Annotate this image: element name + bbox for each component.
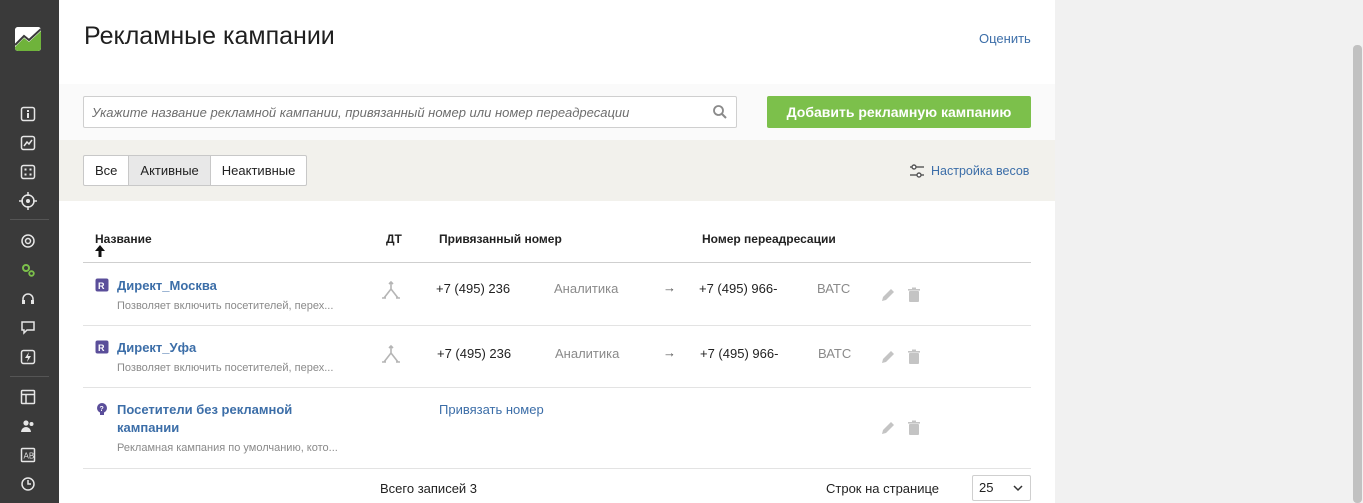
target-icon[interactable]	[19, 192, 37, 210]
speaker-icon[interactable]	[19, 232, 37, 250]
table-icon[interactable]	[19, 388, 37, 406]
chevron-down-icon	[1013, 485, 1023, 492]
bound-number: +7 (495) 236	[436, 281, 511, 296]
campaign-name-link[interactable]: Директ_Москва	[117, 277, 217, 295]
right-panel	[1055, 0, 1363, 503]
lightbulb-icon: ?	[97, 403, 107, 415]
search-input[interactable]	[92, 97, 702, 127]
filter-bar: Все Активные Неактивные Настройка весов	[59, 140, 1055, 201]
edit-icon[interactable]	[880, 287, 896, 303]
bound-number: +7 (495) 236	[437, 346, 512, 361]
dynamic-tracking-icon	[382, 344, 400, 363]
svg-text:?: ?	[100, 406, 104, 413]
search-icon[interactable]	[712, 104, 728, 120]
rows-per-page-label: Строк на странице	[826, 481, 940, 496]
yandex-direct-icon: R	[95, 278, 109, 292]
campaign-name-link[interactable]: Директ_Уфа	[117, 339, 196, 357]
redirect-arrow-icon: →	[663, 280, 676, 295]
clock-icon[interactable]	[19, 475, 37, 493]
tab-all[interactable]: Все	[84, 156, 130, 185]
page-title: Рекламные кампании	[84, 22, 335, 50]
bound-type: Аналитика	[554, 281, 619, 296]
rate-link[interactable]: Оценить	[979, 31, 1031, 46]
sliders-icon	[910, 164, 924, 178]
weights-settings-label: Настройка весов	[931, 164, 1030, 178]
gear-icon[interactable]	[19, 261, 37, 279]
delete-icon[interactable]	[906, 420, 922, 436]
search-field[interactable]	[83, 96, 737, 128]
rows-per-page-value: 25	[979, 480, 994, 495]
header-name[interactable]: Название	[95, 232, 152, 246]
dynamic-tracking-icon	[382, 280, 400, 299]
redirect-arrow-icon: →	[663, 345, 676, 360]
search-bar: Добавить рекламную кампанию	[59, 84, 1055, 140]
campaign-name-link[interactable]: Посетители без рекламной кампании	[117, 401, 292, 437]
svg-text:R: R	[98, 343, 105, 353]
tab-inactive[interactable]: Неактивные	[211, 156, 307, 185]
redirect-number: +7 (495) 966-	[699, 281, 778, 296]
redirect-type: ВАТС	[817, 281, 851, 296]
redirect-type: ВАТС	[818, 346, 852, 361]
header-dt: ДТ	[386, 232, 402, 246]
sidebar: AB	[0, 0, 59, 503]
ab-icon[interactable]: AB	[19, 446, 37, 464]
yandex-direct-icon: R	[95, 340, 109, 354]
logo-icon[interactable]	[15, 27, 41, 51]
scrollbar-thumb[interactable]	[1353, 45, 1362, 503]
sort-up-icon[interactable]	[95, 245, 105, 257]
rows-per-page-select[interactable]: 25	[972, 475, 1031, 501]
edit-icon[interactable]	[880, 420, 896, 436]
headset-icon[interactable]	[19, 290, 37, 308]
bind-number-link[interactable]: Привязать номер	[439, 402, 544, 417]
redirect-number: +7 (495) 966-	[700, 346, 779, 361]
lightning-icon[interactable]	[19, 348, 37, 366]
bound-type: Аналитика	[555, 346, 620, 361]
header-bound-number: Привязанный номер	[439, 232, 562, 246]
svg-text:AB: AB	[24, 452, 35, 461]
campaign-description: Позволяет включить посетителей, перех...	[117, 300, 334, 312]
campaign-name-line2: кампании	[117, 420, 180, 435]
campaign-name-line1: Посетители без рекламной	[117, 402, 293, 417]
header-redirect-number: Номер переадресации	[702, 232, 836, 246]
edit-icon[interactable]	[880, 349, 896, 365]
users-icon[interactable]	[19, 417, 37, 435]
status-filter: Все Активные Неактивные	[83, 155, 308, 186]
main-panel: Рекламные кампании Оценить Добавить рекл…	[59, 0, 1055, 503]
delete-icon[interactable]	[906, 287, 922, 303]
tab-active[interactable]: Активные	[129, 156, 211, 185]
campaign-description: Рекламная кампания по умолчанию, кото...	[117, 442, 338, 454]
svg-text:R: R	[98, 281, 105, 291]
weights-settings-link[interactable]: Настройка весов	[909, 163, 1029, 179]
info-icon[interactable]	[19, 105, 37, 123]
campaign-description: Позволяет включить посетителей, перех...	[117, 362, 334, 374]
total-records: Всего записей 3	[380, 481, 478, 496]
delete-icon[interactable]	[906, 349, 922, 365]
chart-icon[interactable]	[19, 134, 37, 152]
add-campaign-button[interactable]: Добавить рекламную кампанию	[767, 96, 1031, 128]
calculator-icon[interactable]	[19, 163, 37, 181]
chat-icon[interactable]	[19, 319, 37, 337]
